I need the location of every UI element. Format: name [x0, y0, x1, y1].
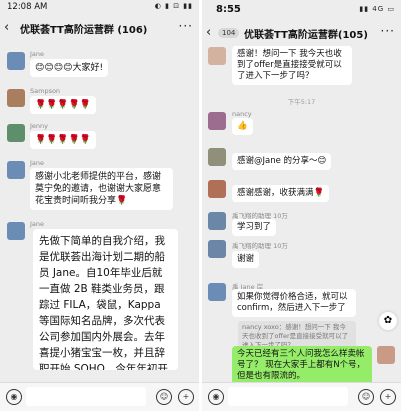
voice-icon[interactable]: ◉	[6, 389, 22, 405]
add-icon[interactable]: +	[380, 389, 396, 405]
emoji-icon[interactable]: ☺	[358, 389, 374, 405]
message-timestamp: 下午5:17	[287, 98, 316, 106]
sender-name: Jenny	[30, 122, 49, 130]
status-bar: 8:55 ▮▮ 4G ▭	[202, 0, 401, 22]
message-input[interactable]	[26, 387, 146, 406]
more-options-icon[interactable]: ···	[179, 19, 193, 33]
avatar[interactable]	[208, 47, 226, 65]
sender-name: Jane	[30, 50, 45, 58]
message-bubble[interactable]: 感谢感谢，收获满满🌹	[232, 185, 330, 202]
left-phone-screen: 12:08 AM ◐ ▮ ⊡ ▮▮ ‹ 优联荟TT高阶运营群 (106) ···…	[0, 0, 199, 411]
message-bubble[interactable]: 感谢！想问一下 我今天也收到了offer是直接接受就可以了进入下一步了吗？	[232, 46, 352, 85]
avatar[interactable]	[208, 180, 226, 198]
sender-name: Jane	[30, 220, 45, 228]
avatar[interactable]	[7, 89, 25, 107]
chat-header: ‹ 优联荟TT高阶运营群 (106) ···	[0, 18, 199, 40]
sender-name: Jane	[30, 159, 45, 167]
sender-name: nancy	[232, 110, 252, 118]
message-bubble[interactable]: 先做下简单的自我介绍，我是优联荟出海计划二期的船员 Jane。自10年毕业后就一…	[33, 229, 178, 370]
right-phone-screen: 8:55 ▮▮ 4G ▭ ‹ 104 优联荟TT高阶运营群(105) ··· 感…	[202, 0, 401, 411]
back-icon[interactable]: ‹	[4, 20, 9, 35]
back-icon[interactable]: ‹	[206, 25, 211, 40]
avatar[interactable]	[208, 240, 226, 258]
group-title: 优联荟TT高阶运营群(105)	[244, 30, 368, 41]
input-bar: ◉ ☺ +	[202, 382, 401, 411]
more-options-icon[interactable]: ···	[381, 24, 395, 38]
avatar[interactable]	[377, 346, 395, 364]
status-icons: ▮▮ 4G ▭	[359, 5, 395, 13]
voice-icon[interactable]: ◉	[208, 389, 224, 405]
chat-header: ‹ 104 优联荟TT高阶运营群(105) ···	[202, 23, 401, 45]
message-bubble[interactable]: 感谢小北老师提供的平台，感谢莫宁免的邀请，也谢谢大家愿意花宝贵时间听我分享🌹	[30, 168, 173, 210]
message-input[interactable]	[228, 387, 348, 406]
emoji-icon[interactable]: ☺	[156, 389, 172, 405]
status-time: 8:55	[216, 4, 241, 15]
own-message-bubble[interactable]: 今天已经有三个人问我怎么样卖帐号了？ 现在大家手上都有N个号，但是也有限流的。	[232, 346, 372, 385]
avatar[interactable]	[7, 52, 25, 70]
message-bubble[interactable]: 🌹🌹🌹🌹🌹	[30, 96, 97, 114]
add-icon[interactable]: +	[178, 389, 194, 405]
message-bubble[interactable]: 感谢@Jane 的分享～😊	[232, 153, 332, 170]
message-bubble[interactable]: 学习到了	[232, 219, 277, 236]
status-icons: ◐ ▮ ⊡ ▮▮	[154, 2, 193, 10]
avatar[interactable]	[208, 212, 226, 230]
status-bar: 12:08 AM ◐ ▮ ⊡ ▮▮	[0, 0, 199, 16]
sender-name: 禹飞翔的助理 10万	[232, 242, 288, 250]
message-bubble[interactable]: 如果你觉得价格合适，就可以confirm，然后进入下一步了	[232, 289, 356, 317]
avatar[interactable]	[208, 112, 226, 130]
status-time: 12:08 AM	[7, 2, 48, 12]
input-bar: ◉ ☺ +	[0, 382, 199, 411]
floating-action-icon[interactable]: ✿	[379, 312, 397, 330]
group-title: 优联荟TT高阶运营群 (106)	[20, 25, 148, 36]
avatar[interactable]	[7, 124, 25, 142]
unread-badge: 104	[218, 28, 240, 38]
message-bubble[interactable]: 😊😊😊😊大家好!	[30, 59, 109, 77]
avatar[interactable]	[208, 148, 226, 166]
avatar[interactable]	[7, 161, 25, 179]
message-bubble[interactable]: 谢谢	[232, 251, 260, 268]
message-bubble[interactable]: 🌹🌹🌹🌹🌹	[30, 131, 97, 149]
message-bubble[interactable]: 👍	[232, 118, 253, 135]
sender-name: Sampson	[30, 87, 61, 95]
avatar[interactable]	[208, 283, 226, 301]
avatar[interactable]	[7, 222, 25, 240]
